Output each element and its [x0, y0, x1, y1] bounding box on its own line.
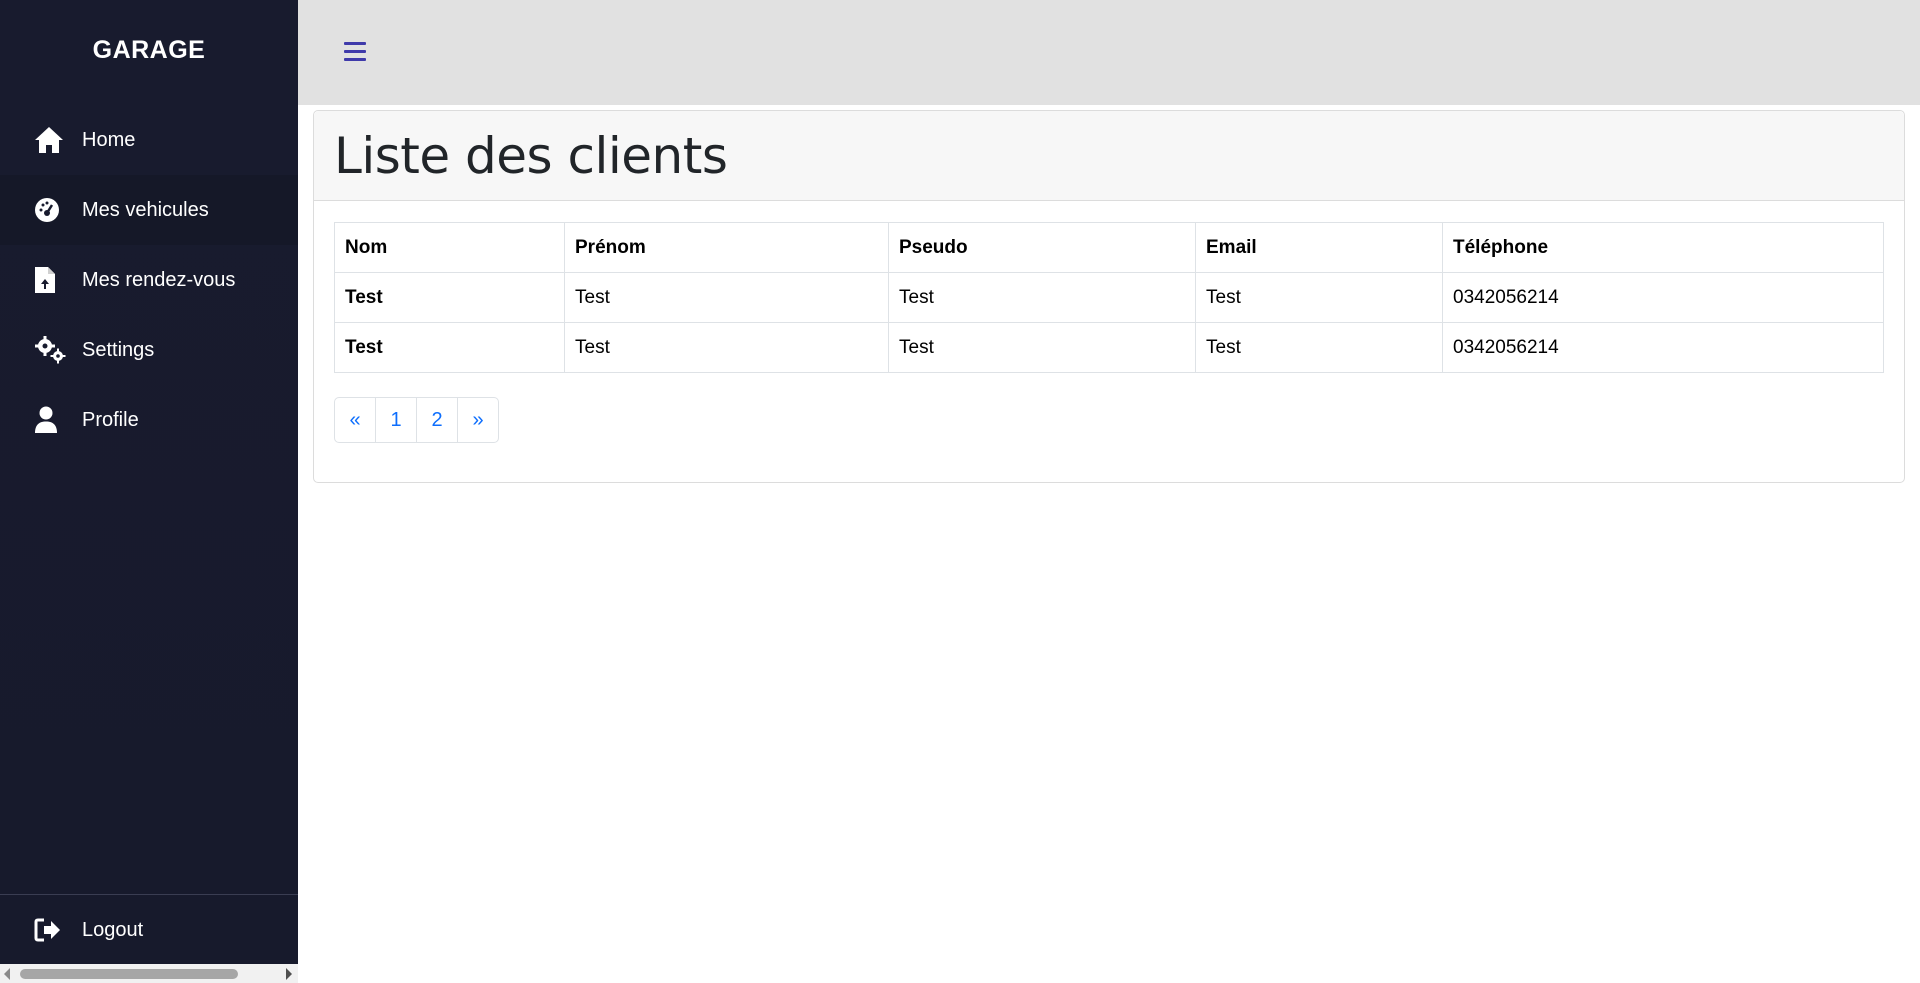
column-header-nom: Nom [334, 222, 565, 273]
pagination-page-2[interactable]: 2 [416, 398, 457, 442]
horizontal-scrollbar[interactable] [0, 964, 298, 983]
sidebar: GARAGE Home Mes vehicules Mes rendez-vou… [0, 0, 298, 983]
file-upload-icon [34, 263, 68, 297]
sidebar-item-settings[interactable]: Settings [0, 315, 298, 385]
cell-telephone: 0342056214 [1442, 272, 1884, 323]
pagination-next[interactable]: » [457, 398, 498, 442]
sidebar-item-mes-rendez-vous[interactable]: Mes rendez-vous [0, 245, 298, 315]
cell-prenom: Test [564, 322, 889, 373]
sidebar-item-home[interactable]: Home [0, 105, 298, 175]
hamburger-icon[interactable] [344, 40, 370, 64]
cell-telephone: 0342056214 [1442, 322, 1884, 373]
pagination-page-1[interactable]: 1 [375, 398, 416, 442]
sidebar-item-profile[interactable]: Profile [0, 385, 298, 455]
sidebar-item-label: Profile [82, 408, 139, 431]
sidebar-item-label: Mes vehicules [82, 198, 209, 221]
cell-nom: Test [334, 322, 565, 373]
sidebar-footer: Logout [0, 894, 298, 964]
dashboard-gauge-icon [34, 193, 68, 227]
table-header-row: Nom Prénom Pseudo Email Téléphone [334, 222, 1884, 273]
column-header-telephone: Téléphone [1442, 222, 1884, 273]
sidebar-item-label: Settings [82, 338, 155, 361]
clients-card: Liste des clients Nom Prénom Pseudo Emai… [313, 110, 1905, 483]
cell-email: Test [1195, 322, 1443, 373]
column-header-prenom: Prénom [564, 222, 889, 273]
topbar [298, 0, 1920, 105]
pagination: « 1 2 » [334, 397, 499, 443]
column-header-email: Email [1195, 222, 1443, 273]
sidebar-nav: Home Mes vehicules Mes rendez-vous Setti… [0, 105, 298, 455]
page-title: Liste des clients [334, 126, 728, 185]
brand-title: GARAGE [92, 36, 206, 64]
logout-label: Logout [82, 918, 144, 941]
scroll-right-icon[interactable] [286, 968, 292, 980]
table-row: Test Test Test Test 0342056214 [334, 322, 1884, 373]
cell-prenom: Test [564, 272, 889, 323]
table-row: Test Test Test Test 0342056214 [334, 272, 1884, 323]
home-icon [34, 123, 68, 157]
cell-pseudo: Test [888, 272, 1196, 323]
clients-table: Nom Prénom Pseudo Email Téléphone Test T… [334, 222, 1884, 373]
cell-email: Test [1195, 272, 1443, 323]
gears-icon [34, 333, 68, 367]
cell-nom: Test [334, 272, 565, 323]
pagination-prev[interactable]: « [335, 398, 375, 442]
sidebar-item-mes-vehicules[interactable]: Mes vehicules [0, 175, 298, 245]
scrollbar-thumb[interactable] [20, 969, 238, 979]
sign-out-icon [34, 913, 68, 947]
user-icon [34, 403, 68, 437]
sidebar-item-label: Mes rendez-vous [82, 268, 236, 291]
logout-button[interactable]: Logout [0, 895, 298, 965]
cell-pseudo: Test [888, 322, 1196, 373]
sidebar-item-label: Home [82, 128, 136, 151]
scroll-left-icon[interactable] [4, 968, 10, 980]
card-header: Liste des clients [314, 111, 1904, 201]
column-header-pseudo: Pseudo [888, 222, 1196, 273]
